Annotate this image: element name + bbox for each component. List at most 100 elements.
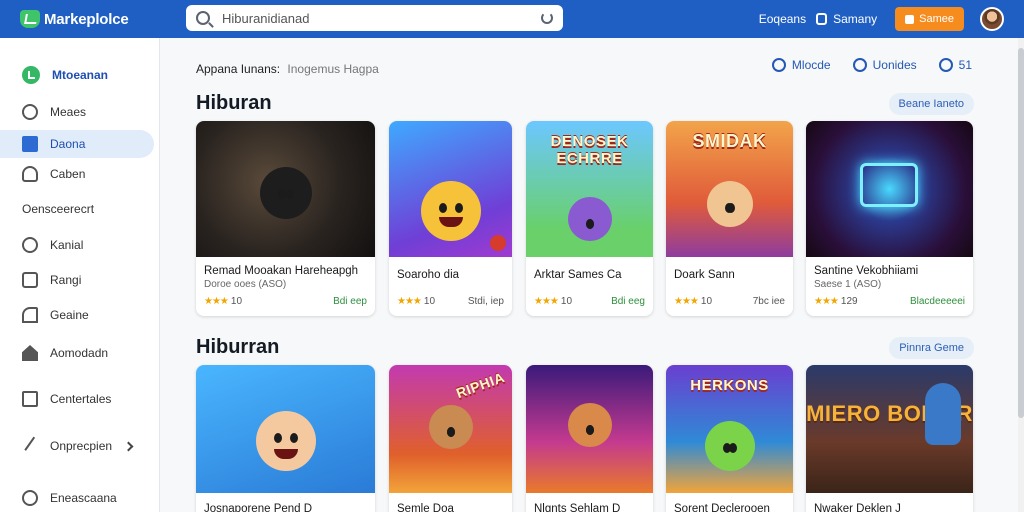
game-card[interactable]: RIPHIA Semle Doa bbox=[389, 365, 512, 512]
bell-icon bbox=[22, 166, 38, 182]
grid-icon bbox=[22, 136, 38, 152]
game-thumbnail bbox=[526, 365, 653, 493]
card-subtitle: Doroe ooes (ASO) bbox=[204, 279, 287, 290]
document-icon bbox=[22, 272, 38, 288]
magnifier-icon bbox=[938, 58, 953, 72]
pen-icon bbox=[24, 436, 42, 456]
character-art-icon bbox=[259, 167, 312, 219]
action-profile[interactable]: Mlocde bbox=[771, 58, 831, 72]
tag-icon bbox=[22, 307, 38, 323]
sidebar-item-7[interactable]: Aomodadn bbox=[0, 339, 154, 367]
search-bar[interactable] bbox=[186, 5, 563, 31]
card-title: Remad Mooakan Hareheapgh bbox=[204, 265, 359, 277]
card-price: Stdi, iep bbox=[467, 296, 504, 307]
section-1-filter-button[interactable]: Beane Ianeto bbox=[888, 93, 974, 115]
card-title: Arktar Sames Ca bbox=[534, 269, 622, 281]
game-thumbnail: HERKONS bbox=[666, 365, 793, 493]
sidebar-header-label: Mtoeanan bbox=[52, 68, 109, 82]
sidebar-item-10[interactable]: Eneascaana bbox=[0, 484, 154, 512]
game-card[interactable]: HERKONS Sorent Declerooen bbox=[666, 365, 793, 512]
rating-value: 129 bbox=[840, 296, 858, 307]
game-thumbnail: DENOSEK ECHRRE bbox=[526, 121, 653, 257]
rating-stars-icon: ★★★ 129 bbox=[814, 296, 858, 307]
sidebar-item-label: Rangi bbox=[50, 273, 82, 287]
game-logo-text: DENOSEK ECHRRE bbox=[550, 133, 629, 167]
card-title: Nwaker Deklen J bbox=[814, 503, 901, 512]
game-logo-text: HERKONS bbox=[690, 377, 769, 394]
game-card[interactable]: Josnaporene Pend D bbox=[196, 365, 375, 512]
sidebar-item-label: Kanial bbox=[50, 238, 84, 252]
sidebar-item-8[interactable]: Centertales bbox=[0, 385, 154, 413]
card-price: Blacdeeeeei bbox=[909, 296, 965, 307]
sidebar-item-9[interactable]: Onprecpien bbox=[0, 432, 154, 460]
header-actions: Eoqeans Samany Samee bbox=[759, 0, 1004, 38]
user-icon bbox=[771, 58, 786, 72]
game-card[interactable]: Santine Vekobhiiami Saese 1 (ASO) ★★★ 129… bbox=[806, 121, 973, 316]
sidebar-item-label: Aomodadn bbox=[50, 346, 109, 360]
sidebar-item-4[interactable]: Kanial bbox=[0, 231, 154, 259]
game-card[interactable]: Nlgnts Sehlam D bbox=[526, 365, 653, 512]
sidebar-item-5[interactable]: Rangi bbox=[0, 266, 154, 294]
library-icon bbox=[22, 391, 38, 407]
account-icon bbox=[816, 13, 828, 25]
breadcrumb: Appana Iunans: Inogemus Hagpa bbox=[196, 62, 379, 76]
game-card[interactable]: Soaroho dia ★★★ 10 Stdi, iep bbox=[389, 121, 512, 316]
sidebar-item-6[interactable]: Geaine bbox=[0, 301, 154, 329]
cart-icon bbox=[905, 14, 915, 24]
card-title: Doark Sann bbox=[674, 269, 735, 281]
refresh-icon[interactable] bbox=[541, 12, 553, 24]
character-art-icon bbox=[420, 181, 481, 241]
game-card[interactable]: MIERO BOMAR Nwaker Deklen J bbox=[806, 365, 973, 512]
breadcrumb-sub: Inogemus Hagpa bbox=[287, 62, 379, 76]
game-thumbnail: RIPHIA bbox=[389, 365, 512, 493]
character-art-icon bbox=[704, 421, 755, 471]
sidebar-item-label: Daona bbox=[50, 137, 86, 151]
avatar[interactable] bbox=[980, 7, 1004, 31]
section-title-1: Hiburan bbox=[196, 92, 272, 114]
search-input[interactable] bbox=[222, 10, 541, 26]
rating-value: 10 bbox=[560, 296, 573, 307]
rating-value: 10 bbox=[230, 296, 243, 307]
sidebar-item-label: Eneascaana bbox=[50, 491, 117, 505]
sidebar-item-3[interactable]: Caben bbox=[0, 160, 154, 188]
character-art-icon bbox=[706, 181, 753, 227]
game-card[interactable]: SMIDAK Doark Sann ★★★ 10 7bc iee bbox=[666, 121, 793, 316]
game-thumbnail: SMIDAK bbox=[666, 121, 793, 257]
neon-screen-icon bbox=[860, 163, 918, 207]
card-price: Bdi eep bbox=[333, 296, 367, 307]
rating-stars-icon: ★★★ 10 bbox=[534, 296, 573, 307]
sidebar-header[interactable]: Mtoeanan bbox=[0, 38, 159, 88]
game-thumbnail bbox=[389, 121, 512, 257]
app-logo[interactable]: Markeplolce bbox=[20, 10, 170, 28]
help-icon bbox=[22, 490, 38, 506]
action-search[interactable]: 51 bbox=[938, 58, 972, 72]
header-link-2-label: Samany bbox=[833, 12, 878, 26]
game-thumbnail: MIERO BOMAR bbox=[806, 365, 973, 493]
breadcrumb-main: Appana Iunans: bbox=[196, 62, 281, 76]
card-subtitle: Saese 1 (ASO) bbox=[814, 279, 882, 290]
sidebar-item-1[interactable]: Meaes bbox=[0, 98, 154, 126]
sidebar-item-label: Caben bbox=[50, 167, 86, 181]
header-link-2[interactable]: Samany bbox=[816, 12, 877, 26]
card-title: Sorent Declerooen bbox=[674, 503, 770, 512]
scrollbar-thumb[interactable] bbox=[1018, 48, 1024, 418]
section-2-filter-button[interactable]: Pinnra Geme bbox=[889, 337, 974, 359]
rating-value: 10 bbox=[423, 296, 436, 307]
sidebar-item-2[interactable]: Daona bbox=[0, 130, 154, 158]
game-thumbnail bbox=[196, 365, 375, 493]
sidebar-section-heading: Oensceerecrt bbox=[22, 202, 95, 216]
game-card[interactable]: DENOSEK ECHRRE Arktar Sames Ca ★★★ 10 Bdi … bbox=[526, 121, 653, 316]
home-icon bbox=[22, 345, 38, 361]
action-messages[interactable]: Uonides bbox=[852, 58, 917, 72]
rating-stars-icon: ★★★ 10 bbox=[204, 296, 243, 307]
cta-button[interactable]: Samee bbox=[895, 7, 964, 31]
search-icon bbox=[196, 11, 210, 25]
game-logo-text: RIPHIA bbox=[453, 368, 507, 402]
rating-stars-icon: ★★★ 10 bbox=[674, 296, 713, 307]
app-name: Markeplolce bbox=[44, 10, 129, 28]
action-label: 51 bbox=[958, 58, 972, 72]
header-link-1[interactable]: Eoqeans bbox=[759, 12, 806, 26]
chat-bubble-icon bbox=[852, 58, 867, 72]
rating-value: 10 bbox=[700, 296, 713, 307]
game-card[interactable]: Remad Mooakan Hareheapgh Doroe ooes (ASO… bbox=[196, 121, 375, 316]
